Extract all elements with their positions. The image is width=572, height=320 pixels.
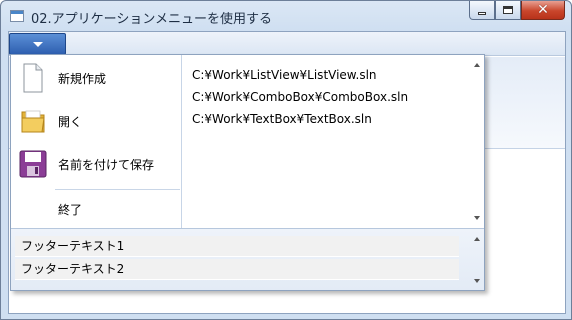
scroll-down-icon[interactable] bbox=[474, 279, 480, 283]
application-menu-button[interactable] bbox=[9, 33, 66, 55]
application-window: 02.アプリケーションメニューを使用する ✕ 新規作成 開く 名前を付けて保存 … bbox=[0, 0, 572, 320]
recent-file-item[interactable]: C:¥Work¥TextBox¥TextBox.sln bbox=[192, 112, 372, 130]
scroll-up-icon[interactable] bbox=[474, 63, 480, 67]
scroll-up-icon[interactable] bbox=[474, 237, 480, 241]
caption-buttons: ✕ bbox=[469, 1, 565, 21]
application-menu-items: 新規作成 開く 名前を付けて保存 終了 bbox=[11, 55, 182, 228]
scroll-down-icon[interactable] bbox=[474, 216, 480, 220]
ribbon-bar bbox=[9, 32, 565, 56]
footer-scrollbar[interactable] bbox=[470, 231, 484, 289]
new-document-icon bbox=[11, 57, 55, 99]
floppy-disk-icon bbox=[11, 143, 55, 185]
menu-item-label: 開く bbox=[58, 114, 83, 129]
close-button[interactable]: ✕ bbox=[521, 1, 565, 20]
maximize-icon bbox=[503, 6, 513, 14]
footer-item[interactable]: フッターテキスト1 bbox=[15, 236, 459, 257]
recent-file-item[interactable]: C:¥Work¥ComboBox¥ComboBox.sln bbox=[192, 90, 408, 108]
maximize-button[interactable] bbox=[495, 1, 521, 20]
menu-item-exit[interactable]: 終了 bbox=[11, 188, 181, 230]
recent-files-scrollbar[interactable] bbox=[470, 55, 484, 228]
recent-files-list: C:¥Work¥ListView¥ListView.sln C:¥Work¥Co… bbox=[182, 55, 470, 228]
minimize-icon bbox=[478, 11, 486, 15]
menu-item-save-as[interactable]: 名前を付けて保存 bbox=[11, 143, 181, 185]
title-bar[interactable]: 02.アプリケーションメニューを使用する ✕ bbox=[1, 1, 571, 31]
footer-item[interactable]: フッターテキスト2 bbox=[15, 259, 459, 280]
menu-item-label: 名前を付けて保存 bbox=[58, 157, 155, 172]
window-title: 02.アプリケーションメニューを使用する bbox=[31, 12, 273, 27]
menu-item-icon-placeholder bbox=[11, 188, 55, 230]
application-menu: 新規作成 開く 名前を付けて保存 終了 C:¥Work¥ListView¥Lis… bbox=[10, 54, 485, 291]
recent-file-item[interactable]: C:¥Work¥ListView¥ListView.sln bbox=[192, 68, 377, 86]
menu-item-open[interactable]: 開く bbox=[11, 100, 181, 142]
menu-item-label: 終了 bbox=[58, 202, 83, 217]
minimize-button[interactable] bbox=[469, 1, 495, 20]
folder-icon bbox=[11, 100, 55, 142]
close-icon: ✕ bbox=[537, 2, 549, 18]
app-window-icon[interactable] bbox=[10, 10, 24, 22]
menu-item-new[interactable]: 新規作成 bbox=[11, 57, 181, 99]
application-menu-footer: フッターテキスト1 フッターテキスト2 bbox=[11, 228, 484, 290]
dropdown-arrow-icon bbox=[32, 41, 43, 47]
menu-item-label: 新規作成 bbox=[58, 71, 107, 86]
